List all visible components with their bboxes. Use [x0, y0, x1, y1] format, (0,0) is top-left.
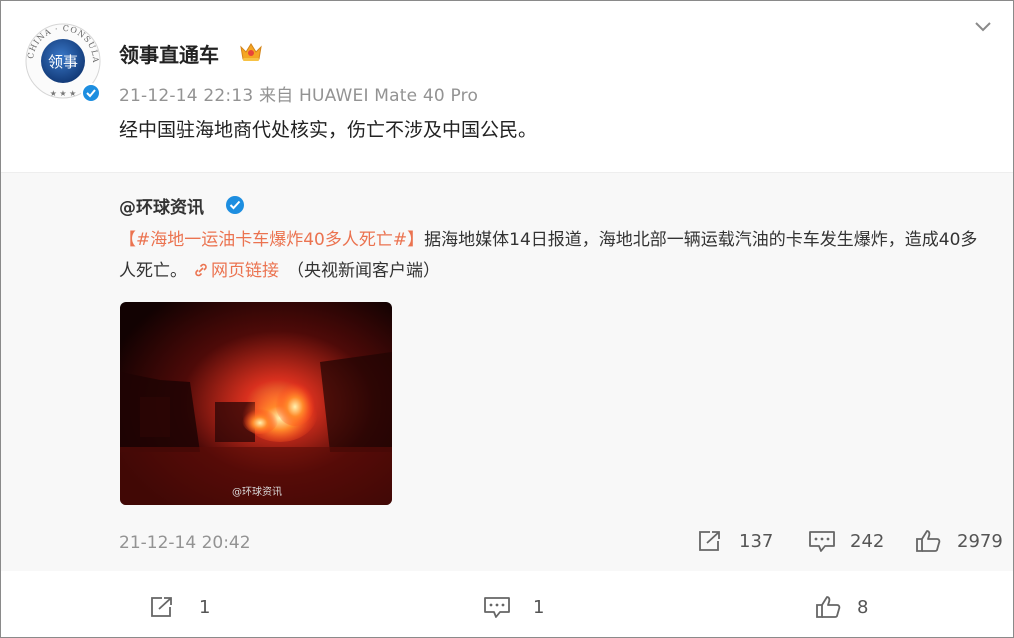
svg-text:★ ★ ★: ★ ★ ★: [50, 89, 77, 98]
thumbs-up-icon: [916, 530, 941, 552]
web-link-label[interactable]: 网页链接: [211, 261, 279, 281]
weibo-post-card: CHINA · CONSULAR · AFFAIR 领事 ★ ★ ★ 领事直通车…: [0, 0, 1014, 638]
repost-author[interactable]: @环球资讯: [119, 193, 204, 218]
repost-count: 137: [739, 530, 774, 552]
avatar-seal-glyphs: 领事: [48, 53, 78, 71]
like-count: 2979: [957, 530, 1003, 552]
chevron-down-icon[interactable]: [973, 19, 993, 33]
web-link[interactable]: 网页链接: [187, 261, 279, 281]
repost-time[interactable]: 21-12-14 20:42: [119, 533, 251, 553]
repost-stat-comments[interactable]: 242: [808, 529, 884, 553]
comment-icon: [484, 597, 510, 618]
post-content: 经中国驻海地商代处核实，伤亡不涉及中国公民。: [119, 119, 538, 141]
hashtag-link[interactable]: 【#海地一运油卡车爆炸40多人死亡#】: [119, 230, 424, 250]
verified-icon: [226, 196, 244, 214]
image-watermark: @环球资讯: [232, 487, 282, 498]
repost-stat-reposts[interactable]: 137: [697, 529, 773, 553]
share-icon: [151, 597, 172, 617]
avatar[interactable]: CHINA · CONSULAR · AFFAIR 领事 ★ ★ ★: [23, 21, 103, 101]
repost-source: （央视新闻客户端）: [287, 261, 440, 281]
verified-icon: [81, 83, 101, 101]
author-name[interactable]: 领事直通车: [119, 39, 219, 68]
comment-icon: [809, 531, 835, 552]
fire-scene-image: [120, 302, 392, 505]
action-like-count: 8: [857, 596, 869, 618]
crown-vip-icon[interactable]: [239, 41, 263, 63]
action-like-button[interactable]: 8: [815, 595, 868, 619]
thumbs-up-icon: [816, 596, 841, 618]
repost-block: @环球资讯 【#海地一运油卡车爆炸40多人死亡#】据海地媒体14日报道，海地北部…: [1, 172, 1013, 571]
comment-count: 242: [850, 530, 885, 552]
action-repost-count: 1: [199, 596, 211, 618]
action-comment-button[interactable]: 1: [483, 595, 544, 619]
action-comment-count: 1: [533, 596, 545, 618]
post-meta: 21-12-14 22:13 来自 HUAWEI Mate 40 Pro: [119, 86, 479, 106]
repost-image[interactable]: @环球资讯: [120, 302, 392, 505]
repost-stat-likes[interactable]: 2979: [915, 529, 1003, 553]
share-icon: [699, 531, 720, 551]
action-repost-button[interactable]: 1: [149, 595, 210, 619]
repost-text: 【#海地一运油卡车爆炸40多人死亡#】据海地媒体14日报道，海地北部一辆运载汽油…: [119, 225, 979, 287]
link-icon: [195, 263, 207, 277]
